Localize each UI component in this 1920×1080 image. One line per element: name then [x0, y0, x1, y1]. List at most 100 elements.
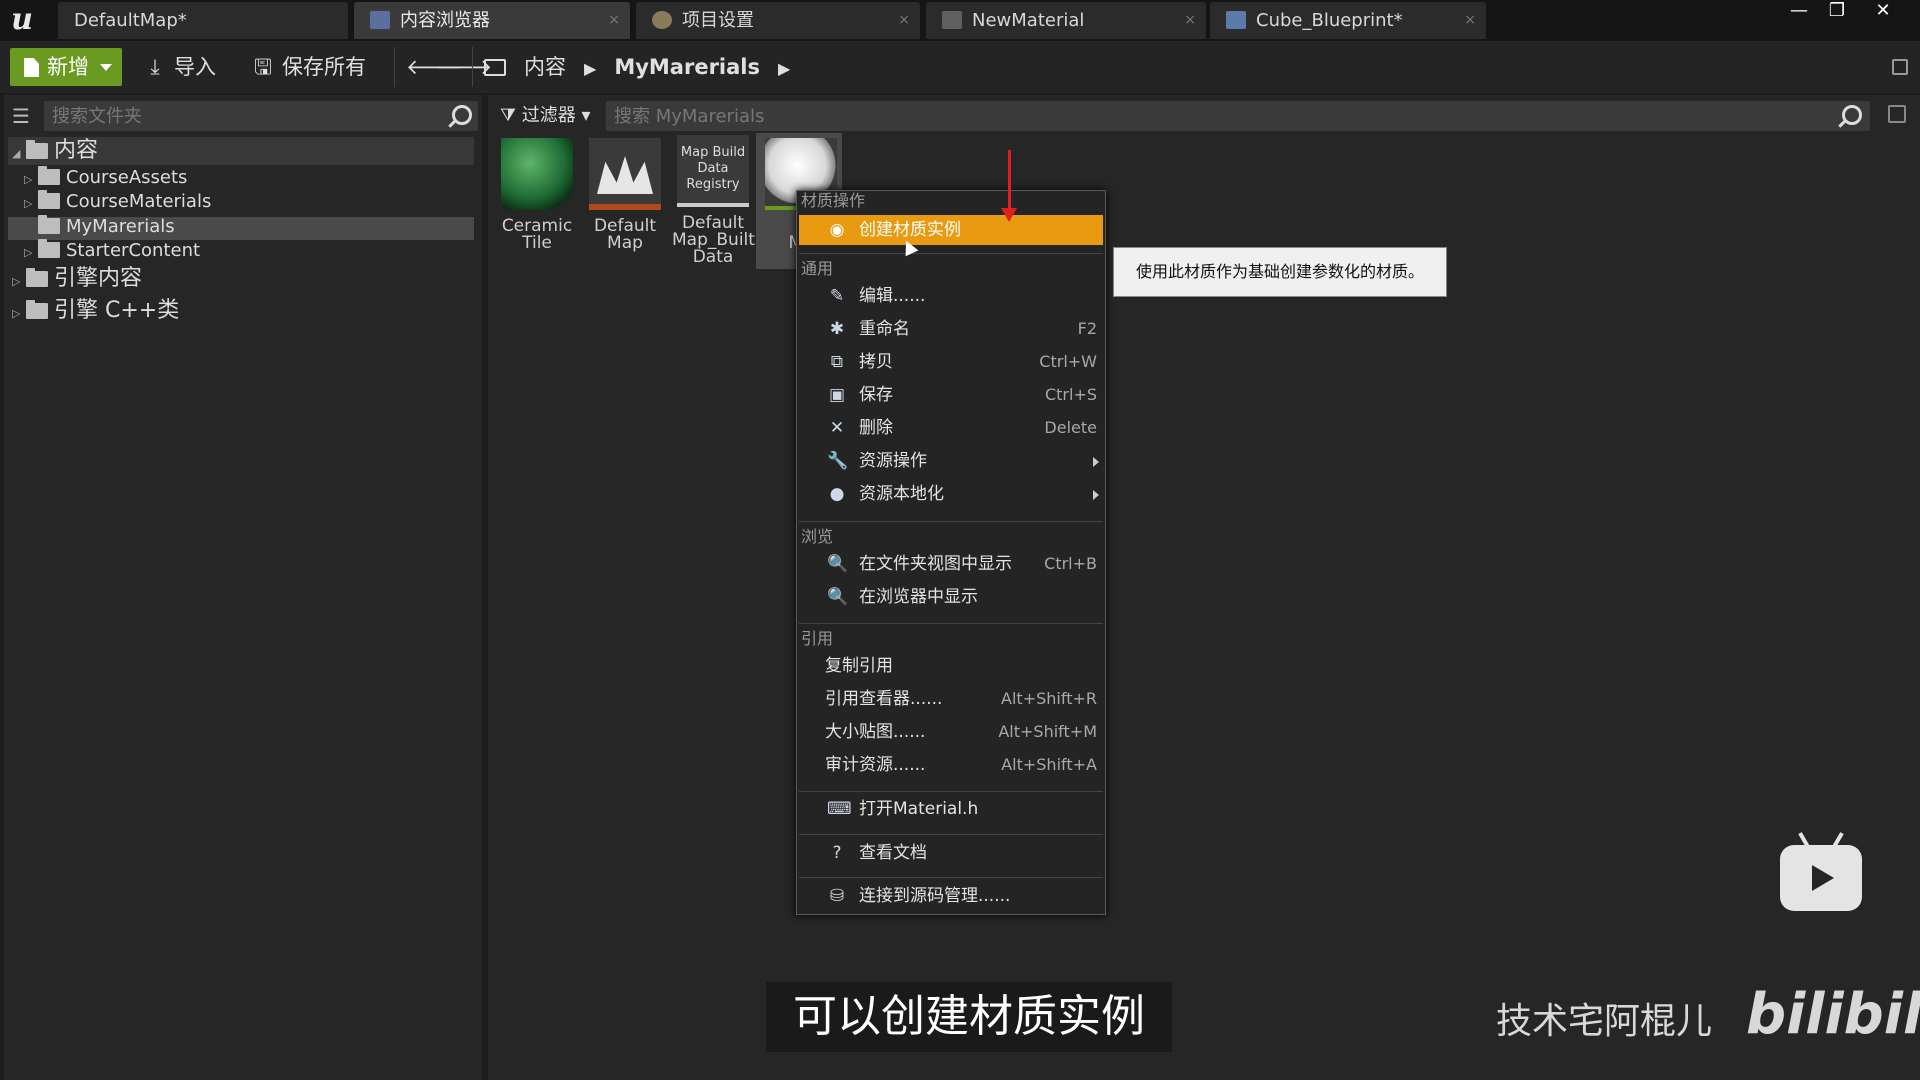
asset-search-input[interactable] — [606, 101, 1826, 131]
menu-item-duplicate[interactable]: ⧉ 拷贝 Ctrl+W — [799, 347, 1103, 377]
filter-button[interactable]: ⧩ 过滤器 ▾ — [500, 101, 591, 131]
magnifier-icon: 🔍 — [827, 554, 849, 574]
close-icon[interactable]: × — [1464, 2, 1476, 39]
menu-shortcut: Alt+Shift+R — [1001, 689, 1097, 708]
asset-default-map-built-data[interactable]: Map Build Data Registry Default Map_Buil… — [672, 135, 755, 266]
save-icon: ▣ — [828, 385, 846, 405]
asset-search-field[interactable] — [606, 101, 1870, 131]
breadcrumb-root[interactable]: 内容 — [524, 55, 566, 79]
asset-ceramic-tile[interactable]: Ceramic Tile — [496, 138, 578, 252]
tab-label: DefaultMap* — [74, 10, 187, 31]
menu-item-asset-actions[interactable]: 🔧 资源操作 — [799, 446, 1103, 476]
menu-item-show-in-explorer[interactable]: 🔍 在浏览器中显示 — [799, 582, 1103, 612]
menu-item-view-docs[interactable]: ? 查看文档 — [799, 838, 1103, 868]
tab-project-settings[interactable]: 项目设置 × — [636, 2, 920, 39]
search-icon[interactable] — [452, 105, 472, 125]
menu-item-copy-reference[interactable]: 复制引用 — [799, 651, 1103, 681]
collapse-arrow-icon[interactable]: ▷ — [24, 241, 38, 265]
menu-item-label: 在浏览器中显示 — [859, 587, 978, 607]
collapse-arrow-icon[interactable]: ▷ — [12, 270, 26, 294]
menu-item-connect-source-control[interactable]: ⛁ 连接到源码管理...... — [799, 881, 1103, 911]
import-icon: ⤓ — [150, 55, 160, 79]
asset-default-map[interactable]: Default Map — [584, 138, 666, 252]
content-browser-icon — [370, 11, 390, 29]
menu-item-save[interactable]: ▣ 保存 Ctrl+S — [799, 380, 1103, 410]
add-new-label: 新增 — [47, 55, 89, 79]
menu-item-size-map[interactable]: 大小贴图...... Alt+Shift+M — [799, 717, 1103, 747]
new-file-icon — [24, 58, 39, 77]
tab-label: 项目设置 — [682, 10, 754, 31]
lock-icon[interactable] — [1892, 59, 1908, 75]
menu-item-asset-localization[interactable]: ● 资源本地化 — [799, 479, 1103, 509]
menu-item-audit-assets[interactable]: 审计资源...... Alt+Shift+A — [799, 750, 1103, 780]
gear-icon — [652, 11, 672, 29]
restore-icon[interactable]: ❐ — [1820, 0, 1854, 22]
tree-item-courseassets[interactable]: ▷ CourseAssets — [24, 166, 187, 190]
toolbar-divider — [394, 47, 395, 87]
bilibili-tv-icon — [1780, 832, 1862, 911]
magnifier-icon: 🔍 — [827, 587, 849, 607]
back-button[interactable]: 🡐 — [406, 48, 462, 86]
menu-section-header: 材质操作 — [801, 191, 866, 210]
breadcrumb-chevron-icon[interactable]: ▶ — [778, 59, 790, 78]
collapse-arrow-icon[interactable]: ▷ — [24, 168, 38, 192]
menu-item-open-header[interactable]: ⌨ 打开Material.h — [799, 794, 1103, 824]
save-all-button[interactable]: 🖫 保存所有 — [252, 48, 366, 86]
tab-cube-blueprint[interactable]: Cube_Blueprint* × — [1210, 2, 1486, 39]
tree-item-content[interactable]: ◢ 内容 — [12, 139, 98, 163]
delete-icon: ✕ — [829, 418, 845, 438]
tree-item-engine-content[interactable]: ▷ 引擎内容 — [12, 267, 142, 291]
forward-button[interactable]: 🡒 — [436, 48, 492, 86]
collapse-arrow-icon[interactable]: ▷ — [24, 192, 38, 216]
save-all-label: 保存所有 — [282, 55, 366, 79]
minimize-icon[interactable]: — — [1782, 0, 1816, 22]
breadcrumb: 内容 ▶ MyMarerials ▶ — [484, 48, 808, 86]
tab-defaultmap[interactable]: DefaultMap* — [58, 2, 348, 39]
source-control-icon: ⛁ — [829, 886, 845, 906]
folder-icon — [38, 215, 60, 234]
toolbar-divider — [472, 47, 473, 87]
menu-item-rename[interactable]: ✱ 重命名 F2 — [799, 314, 1103, 344]
folder-search-field[interactable] — [44, 101, 478, 131]
chevron-down-icon — [100, 64, 112, 71]
asset-label: Tile — [522, 233, 552, 253]
menu-item-delete[interactable]: ✕ 删除 Delete — [799, 413, 1103, 443]
menu-item-label: 拷贝 — [859, 352, 893, 372]
tree-item-coursematerials[interactable]: ▷ CourseMaterials — [24, 190, 211, 214]
menu-item-label: 资源本地化 — [859, 484, 944, 504]
tree-item-startercontent[interactable]: ▷ StarterContent — [24, 239, 200, 263]
sources-toggle-icon[interactable]: ☰ — [12, 105, 36, 127]
import-button[interactable]: ⤓ 导入 — [144, 48, 216, 86]
menu-item-edit[interactable]: ✎ 编辑...... — [799, 281, 1103, 311]
blueprint-icon — [1226, 11, 1246, 29]
tab-content-browser[interactable]: 内容浏览器 × — [354, 2, 630, 39]
menu-divider — [799, 253, 1103, 254]
breadcrumb-current[interactable]: MyMarerials — [614, 55, 760, 79]
menu-divider — [799, 521, 1103, 522]
folder-search-input[interactable] — [44, 101, 444, 131]
tree-item-label: CourseMaterials — [66, 191, 212, 212]
tree-item-mymarerials[interactable]: MyMarerials — [24, 215, 175, 239]
expand-arrow-icon[interactable]: ◢ — [12, 142, 26, 166]
close-icon[interactable]: × — [1184, 2, 1196, 39]
search-icon[interactable] — [1842, 105, 1862, 125]
menu-divider — [799, 791, 1103, 792]
folder-icon — [26, 268, 48, 287]
save-icon: 🖫 — [254, 55, 272, 79]
uploader-watermark: 技术宅阿棍儿 — [1496, 1001, 1713, 1042]
filter-icon: ⧩ — [500, 105, 517, 126]
menu-item-reference-viewer[interactable]: 引用查看器...... Alt+Shift+R — [799, 684, 1103, 714]
tree-item-engine-cpp[interactable]: ▷ 引擎 C++类 — [12, 299, 179, 323]
tab-newmaterial[interactable]: NewMaterial × — [926, 2, 1206, 39]
menu-item-show-in-folder-view[interactable]: 🔍 在文件夹视图中显示 Ctrl+B — [799, 549, 1103, 579]
add-new-button[interactable]: 新增 — [10, 48, 122, 86]
close-window-icon[interactable]: ✕ — [1866, 0, 1900, 22]
breadcrumb-chevron-icon[interactable]: ▶ — [584, 59, 596, 78]
annotation-arrow-icon — [1001, 150, 1017, 222]
close-icon[interactable]: × — [898, 2, 910, 39]
asset-context-menu: 材质操作 ◉ 创建材质实例 通用 ✎ 编辑...... ✱ 重命名 F2 ⧉ 拷贝 Ctrl… — [796, 190, 1106, 915]
collapse-arrow-icon[interactable]: ▷ — [12, 302, 26, 326]
save-search-icon[interactable] — [1888, 105, 1906, 123]
menu-item-create-material-instance[interactable]: ◉ 创建材质实例 — [799, 215, 1103, 245]
close-icon[interactable]: × — [608, 2, 620, 39]
